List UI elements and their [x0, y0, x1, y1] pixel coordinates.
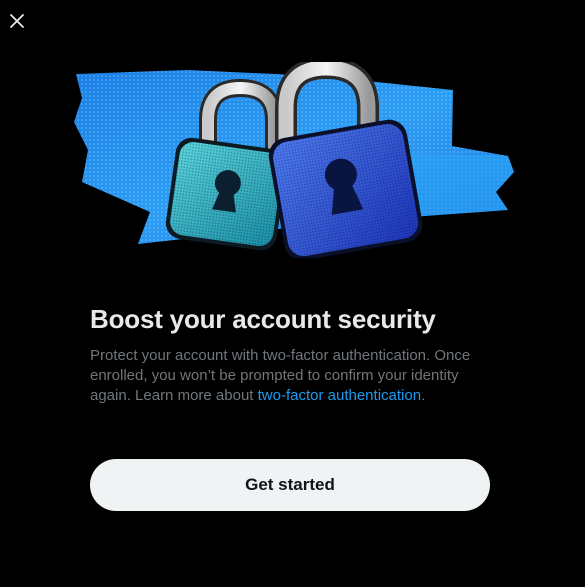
- dialog-description: Protect your account with two-factor aut…: [90, 346, 482, 406]
- close-button[interactable]: [2, 4, 32, 38]
- description-end: .: [421, 387, 426, 404]
- padlocks-illustration: [68, 62, 520, 258]
- security-dialog: Boost your account security Protect your…: [0, 0, 585, 587]
- two-factor-authentication-link[interactable]: two-factor authentication: [258, 387, 421, 404]
- close-icon: [10, 14, 24, 28]
- dialog-title: Boost your account security: [90, 304, 436, 334]
- get-started-button[interactable]: Get started: [90, 459, 490, 511]
